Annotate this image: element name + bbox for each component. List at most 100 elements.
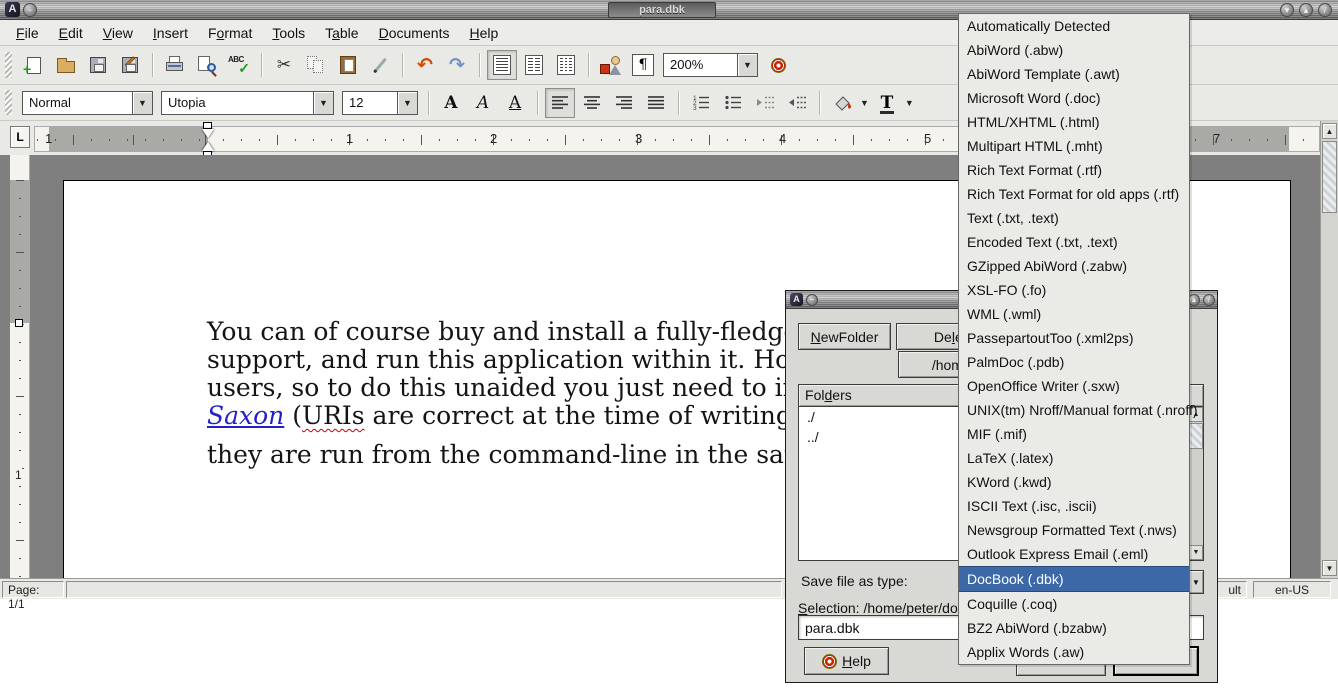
scroll-down-button[interactable]: ▼	[1322, 560, 1337, 576]
menu-item-documents[interactable]: Documents	[369, 23, 460, 43]
font-color-button[interactable]: T	[872, 88, 902, 118]
size-value[interactable]: 12	[342, 91, 397, 115]
new-document-button[interactable]: +	[19, 50, 49, 80]
dialog-close-button[interactable]: /	[1203, 294, 1215, 306]
size-dropdown-arrow[interactable]: ▼	[397, 91, 418, 115]
align-center-button[interactable]	[577, 88, 607, 118]
menu-item-format[interactable]: Format	[198, 23, 262, 43]
maximize-button[interactable]: ▴	[1299, 3, 1313, 17]
redo-button[interactable]: ↷	[442, 50, 472, 80]
view-two-column-button[interactable]	[519, 50, 549, 80]
format-option[interactable]: Encoded Text (.txt, .text)	[959, 230, 1189, 254]
align-left-button[interactable]	[545, 88, 575, 118]
save-button[interactable]	[83, 50, 113, 80]
format-option[interactable]: HTML/XHTML (.html)	[959, 110, 1189, 134]
decrease-indent-button[interactable]	[750, 88, 780, 118]
window-menu-button[interactable]: −	[23, 3, 37, 17]
font-color-dropdown-arrow[interactable]: ▼	[905, 98, 914, 108]
format-option[interactable]: Multipart HTML (.mht)	[959, 134, 1189, 158]
menu-item-file[interactable]: File	[6, 23, 49, 43]
view-three-column-button[interactable]	[551, 50, 581, 80]
bold-button[interactable]: A	[436, 88, 466, 118]
style-combo[interactable]: Normal ▼	[22, 91, 153, 115]
increase-indent-button[interactable]	[782, 88, 812, 118]
help-button[interactable]	[763, 50, 793, 80]
style-value[interactable]: Normal	[22, 91, 132, 115]
paste-button[interactable]	[333, 50, 363, 80]
menu-item-help[interactable]: Help	[459, 23, 508, 43]
zoom-combo[interactable]: 200% ▼	[663, 53, 758, 77]
document-vertical-scrollbar[interactable]: ▲ ▼	[1320, 121, 1338, 578]
format-option[interactable]: DocBook (.dbk)	[959, 566, 1189, 592]
undo-button[interactable]: ↶	[410, 50, 440, 80]
size-combo[interactable]: 12 ▼	[342, 91, 418, 115]
format-dropdown[interactable]: Automatically DetectedAbiWord (.abw)AbiW…	[958, 13, 1190, 665]
scrollbar-thumb[interactable]	[1322, 141, 1337, 213]
scroll-up-button[interactable]: ▲	[1322, 123, 1337, 139]
bullet-list-button[interactable]	[718, 88, 748, 118]
format-option[interactable]: Microsoft Word (.doc)	[959, 86, 1189, 110]
menu-item-table[interactable]: Table	[315, 23, 369, 43]
vertical-ruler[interactable]: 1	[10, 155, 30, 578]
spellcheck-button[interactable]: ABC✓	[224, 50, 254, 80]
print-button[interactable]	[160, 50, 190, 80]
open-button[interactable]	[51, 50, 81, 80]
save-as-button[interactable]	[115, 50, 145, 80]
new-folder-button[interactable]: New Folder	[798, 323, 891, 350]
menu-item-tools[interactable]: Tools	[262, 23, 315, 43]
format-option[interactable]: PassepartoutToo (.xml2ps)	[959, 326, 1189, 350]
menu-item-edit[interactable]: Edit	[49, 23, 93, 43]
dialog-window-menu-button[interactable]: −	[806, 294, 818, 306]
tab-stop-selector[interactable]: L	[10, 126, 30, 148]
format-option[interactable]: Outlook Express Email (.eml)	[959, 542, 1189, 566]
top-margin-marker[interactable]	[15, 319, 23, 327]
close-button[interactable]: /	[1318, 3, 1332, 17]
align-justify-button[interactable]	[641, 88, 671, 118]
toolbar-grip[interactable]	[5, 52, 12, 79]
format-option[interactable]: ISCII Text (.isc, .iscii)	[959, 494, 1189, 518]
menu-item-view[interactable]: View	[93, 23, 143, 43]
folders-scroll-down-button[interactable]: ▼	[1189, 545, 1203, 560]
view-normal-button[interactable]	[487, 50, 517, 80]
format-option[interactable]: XSL-FO (.fo)	[959, 278, 1189, 302]
copy-button[interactable]	[301, 50, 331, 80]
hyperlink-saxon[interactable]: Saxon	[207, 401, 284, 430]
cut-button[interactable]: ✂	[269, 50, 299, 80]
language-indicator[interactable]: en-US	[1253, 581, 1331, 598]
highlight-color-button[interactable]	[827, 88, 857, 118]
font-dropdown-arrow[interactable]: ▼	[313, 91, 334, 115]
format-option[interactable]: Coquille (.coq)	[959, 592, 1189, 616]
minimize-button[interactable]: ▾	[1280, 3, 1294, 17]
format-option[interactable]: Newsgroup Formatted Text (.nws)	[959, 518, 1189, 542]
format-option[interactable]: OpenOffice Writer (.sxw)	[959, 374, 1189, 398]
dialog-help-button[interactable]: Help	[804, 647, 889, 675]
format-option[interactable]: Automatically Detected	[959, 14, 1189, 38]
format-option[interactable]: MIF (.mif)	[959, 422, 1189, 446]
format-option[interactable]: KWord (.kwd)	[959, 470, 1189, 494]
toolbar-grip[interactable]	[5, 90, 12, 115]
align-right-button[interactable]	[609, 88, 639, 118]
font-combo[interactable]: Utopia ▼	[161, 91, 334, 115]
format-option[interactable]: WML (.wml)	[959, 302, 1189, 326]
zoom-dropdown-arrow[interactable]: ▼	[737, 53, 758, 77]
format-option[interactable]: UNIX(tm) Nroff/Manual format (.nroff)	[959, 398, 1189, 422]
format-option[interactable]: BZ2 AbiWord (.bzabw)	[959, 616, 1189, 640]
format-option[interactable]: Rich Text Format for old apps (.rtf)	[959, 182, 1189, 206]
format-option[interactable]: Rich Text Format (.rtf)	[959, 158, 1189, 182]
show-formatting-button[interactable]: ¶	[628, 50, 658, 80]
format-option[interactable]: AbiWord (.abw)	[959, 38, 1189, 62]
save-type-combo-arrow[interactable]: ▼	[1188, 570, 1204, 594]
zoom-value[interactable]: 200%	[663, 53, 737, 77]
font-value[interactable]: Utopia	[161, 91, 313, 115]
menu-item-insert[interactable]: Insert	[143, 23, 198, 43]
style-dropdown-arrow[interactable]: ▼	[132, 91, 153, 115]
underline-button[interactable]: A	[500, 88, 530, 118]
numbered-list-button[interactable]: 123	[686, 88, 716, 118]
italic-button[interactable]: A	[468, 88, 498, 118]
format-painter-button[interactable]	[365, 50, 395, 80]
format-option[interactable]: LaTeX (.latex)	[959, 446, 1189, 470]
format-option[interactable]: GZipped AbiWord (.zabw)	[959, 254, 1189, 278]
folders-scrollbar[interactable]: ▲ ▼	[1188, 407, 1203, 560]
print-preview-button[interactable]	[192, 50, 222, 80]
highlight-color-dropdown-arrow[interactable]: ▼	[860, 98, 869, 108]
